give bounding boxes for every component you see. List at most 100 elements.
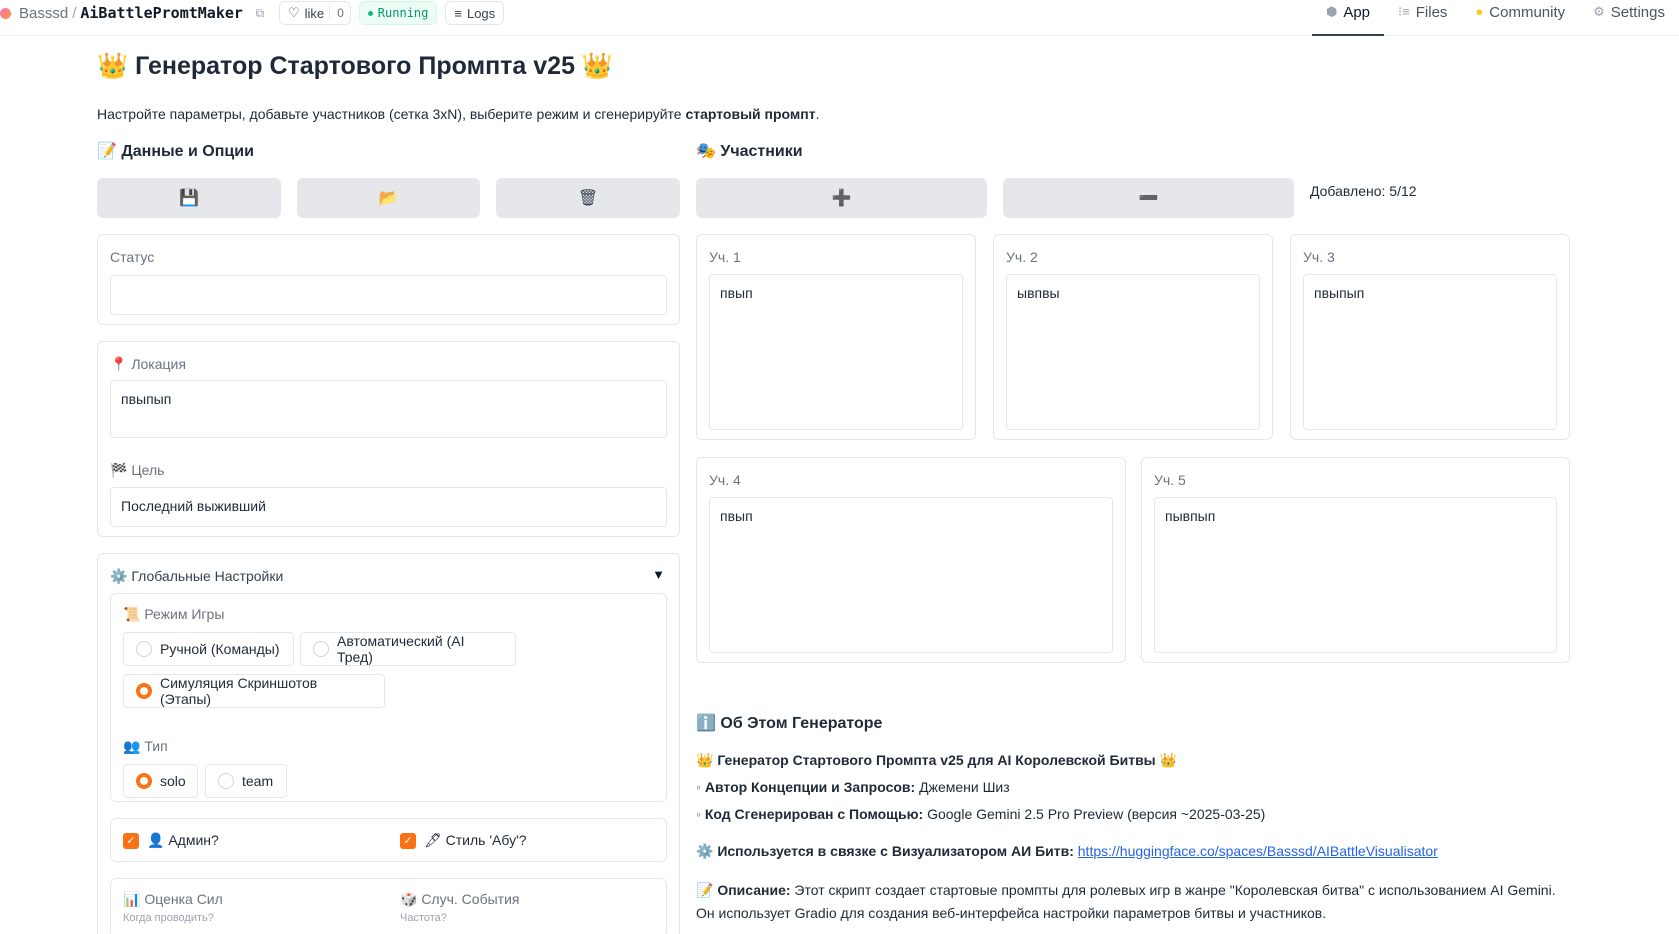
participant-textbox-1[interactable]: пвып: [709, 274, 963, 430]
abu-check-icon[interactable]: ✓: [400, 832, 416, 849]
global-settings-header[interactable]: ⚙️ Глобальные Настройки ▼: [98, 554, 679, 594]
logs-button[interactable]: ≡ Logs: [445, 1, 505, 25]
description-suffix: .: [815, 106, 820, 122]
participant-label-4: Уч. 4: [709, 472, 741, 488]
heart-icon: ♡: [287, 5, 300, 20]
tab-files[interactable]: ⁝≡ Files: [1384, 0, 1461, 36]
power-assessment-label: 📊 Оценка Сил: [123, 891, 223, 907]
type-option-team[interactable]: team: [205, 764, 287, 798]
like-count: 0: [329, 6, 344, 20]
mode-option-manual[interactable]: Ручной (Команды): [123, 632, 294, 666]
participant-textbox-2[interactable]: ывпвы: [1006, 274, 1260, 430]
options-checkbox-row: ✓ 👤 Админ? ✓ 🖋 Стиль 'Абу'?: [110, 818, 667, 862]
participant-textbox-3[interactable]: пвыпып: [1303, 274, 1557, 430]
random-events-hint: Частота?: [400, 912, 447, 924]
bullet-icon: ◦: [696, 779, 701, 795]
admin-check-icon[interactable]: ✓: [123, 832, 139, 849]
path-separator: /: [72, 4, 77, 22]
mode-option-auto-label: Автоматический (AI Тред): [337, 633, 465, 665]
mode-type-group: 📜 Режим Игры Ручной (Команды) Автоматиче…: [110, 593, 667, 802]
status-textbox[interactable]: [110, 275, 667, 315]
visualisator-link[interactable]: https://huggingface.co/spaces/Basssd/AIB…: [1078, 843, 1438, 859]
space-nav: ⬢ App ⁝≡ Files ● Community ⚙ Settings: [1311, 0, 1679, 36]
participant-card-5: Уч. 5 пывпып: [1141, 457, 1570, 663]
files-icon: ⁝≡: [1398, 4, 1410, 19]
participant-card-4: Уч. 4 пвып: [696, 457, 1126, 663]
app-icon: ⬢: [1325, 4, 1338, 19]
plus-icon: ➕: [831, 190, 852, 207]
about-description-line: 📝 Описание: Этот скрипт создает стартовы…: [696, 882, 1556, 899]
page-description: Настройте параметры, добавьте участников…: [97, 106, 819, 122]
goal-label: 🏁 Цель: [110, 462, 165, 478]
owner-avatar[interactable]: [0, 7, 11, 19]
about-used-line: ⚙️ Используется в связке с Визуализаторо…: [696, 843, 1438, 860]
copy-icon[interactable]: ⧉: [251, 4, 269, 22]
participant-label-3: Уч. 3: [1303, 249, 1335, 265]
space-name-link[interactable]: AiBattlePromtMaker: [80, 4, 243, 22]
location-label: 📍 Локация: [110, 356, 186, 372]
participant-card-1: Уч. 1 пвып: [696, 234, 976, 440]
participant-textbox-5[interactable]: пывпып: [1154, 497, 1557, 653]
random-events-label: 🎲 Случ. События: [400, 891, 520, 907]
add-participant-button[interactable]: ➕: [696, 178, 987, 218]
space-header: Basssd / AiBattlePromtMaker ⧉ ♡ like 0 R…: [0, 0, 505, 26]
code-label: Код Сгенерирован с Помощью:: [704, 806, 924, 822]
trash-icon: 🗑: [577, 190, 599, 207]
radio-team[interactable]: [218, 773, 234, 789]
logs-label: Logs: [466, 5, 496, 21]
remove-participant-button[interactable]: ➖: [1003, 178, 1294, 218]
radio-auto[interactable]: [313, 641, 329, 657]
description-prefix: Настройте параметры, добавьте участников…: [97, 106, 686, 122]
save-button[interactable]: 💾: [97, 178, 281, 218]
description-label: 📝 Описание:: [696, 882, 791, 898]
global-settings-accordion: ⚙️ Глобальные Настройки ▼ 📜 Режим Игры Р…: [97, 553, 680, 934]
tab-community-label: Community: [1489, 4, 1566, 21]
owner-link[interactable]: Basssd: [19, 5, 68, 22]
code-value: Google Gemini 2.5 Pro Preview (версия ~2…: [923, 806, 1266, 822]
running-status-badge[interactable]: Running: [358, 1, 438, 25]
data-options-heading: 📝 Данные и Опции: [97, 143, 254, 160]
load-button[interactable]: 📂: [297, 178, 480, 218]
mode-option-auto[interactable]: Автоматический (AI Тред): [300, 632, 516, 666]
participant-textbox-4[interactable]: пвып: [709, 497, 1113, 653]
minus-icon: ➖: [1138, 190, 1159, 207]
delete-button[interactable]: 🗑: [496, 178, 680, 218]
participant-card-3: Уч. 3 пвыпып: [1290, 234, 1570, 440]
game-mode-label: 📜 Режим Игры: [123, 606, 225, 622]
chevron-down-icon[interactable]: ▼: [652, 567, 665, 582]
logs-icon: ≡: [454, 5, 462, 21]
type-label: 👥 Тип: [123, 738, 168, 754]
like-button[interactable]: ♡ like 0: [278, 1, 351, 25]
status-card: Статус: [97, 234, 680, 325]
page-title: 👑 Генератор Стартового Промпта v25 👑: [97, 52, 614, 80]
radio-solo[interactable]: [136, 773, 152, 789]
participant-label-2: Уч. 2: [1006, 249, 1038, 265]
tab-files-label: Files: [1415, 4, 1448, 21]
type-option-solo-label: solo: [160, 773, 186, 789]
like-label: like: [304, 5, 325, 21]
participant-label-5: Уч. 5: [1154, 472, 1186, 488]
mode-option-screenshots-label: Симуляция Скриншотов (Этапы): [160, 675, 318, 707]
mode-option-screenshots[interactable]: Симуляция Скриншотов (Этапы): [123, 674, 385, 708]
abu-style-checkbox-label: 🖋 Стиль 'Абу'?: [424, 832, 527, 848]
tab-app[interactable]: ⬢ App: [1311, 0, 1385, 36]
location-textbox[interactable]: пвыпып: [110, 380, 667, 438]
admin-checkbox[interactable]: ✓ 👤 Админ?: [123, 832, 219, 849]
radio-screenshots[interactable]: [136, 683, 152, 699]
location-goal-card: 📍 Локация пвыпып 🏁 Цель Последний выживш…: [97, 341, 680, 537]
goal-textbox[interactable]: Последний выживший: [110, 487, 667, 527]
status-label: Running: [377, 6, 429, 20]
tab-settings[interactable]: ⚙ Settings: [1579, 0, 1679, 36]
about-code-line: ◦ Код Сгенерирован с Помощью: Google Gem…: [696, 806, 1265, 822]
type-option-solo[interactable]: solo: [123, 764, 198, 798]
top-bar: Basssd / AiBattlePromtMaker ⧉ ♡ like 0 R…: [0, 0, 1679, 36]
bullet-icon: ◦: [696, 806, 701, 822]
type-option-team-label: team: [242, 773, 274, 789]
abu-style-checkbox[interactable]: ✓ 🖋 Стиль 'Абу'?: [400, 832, 527, 849]
participants-counter: Добавлено: 5/12: [1310, 183, 1417, 199]
description-bold: стартовый промпт: [685, 106, 816, 122]
tab-community[interactable]: ● Community: [1461, 0, 1579, 36]
participants-heading: 🎭 Участники: [696, 143, 803, 160]
radio-manual[interactable]: [136, 641, 152, 657]
author-value: Джемени Шиз: [915, 779, 1010, 795]
